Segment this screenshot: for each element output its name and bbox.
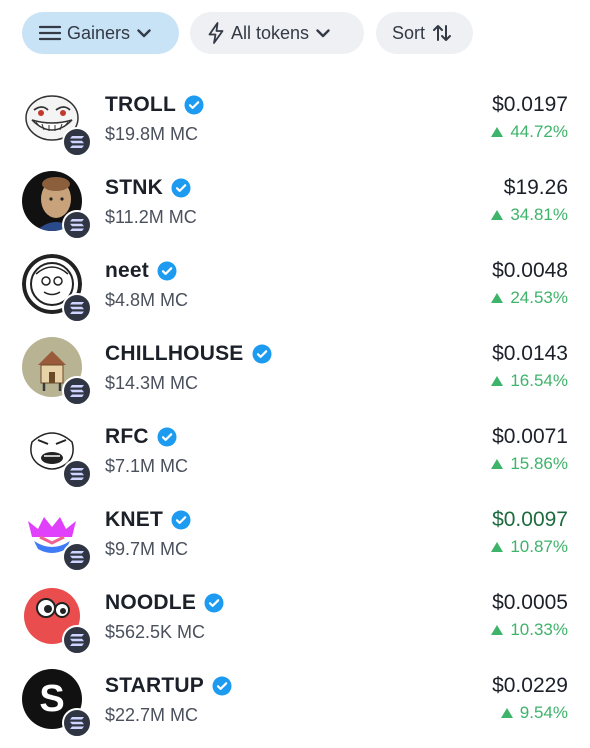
- price-change: 9.54%: [500, 703, 568, 723]
- token-row[interactable]: neet $4.8M MC $0.0048 24.53%: [0, 250, 590, 333]
- token-name-text: NOODLE: [105, 591, 197, 614]
- token-name-text: TROLL: [105, 93, 176, 116]
- price-change-value: 44.72%: [510, 122, 568, 141]
- market-cap: $22.7M MC: [105, 705, 199, 725]
- solana-chain-icon: [62, 625, 92, 655]
- price-change-value: 15.86%: [510, 454, 568, 473]
- verified-badge-icon: [252, 344, 272, 364]
- verified-badge-icon: [171, 510, 191, 530]
- solana-chain-icon: [62, 127, 92, 157]
- token-name-text: KNET: [105, 508, 163, 531]
- token-row[interactable]: RFC $7.1M MC $0.0071 15.86%: [0, 416, 590, 499]
- token-price: $0.0005: [492, 591, 568, 614]
- chevron-down-icon: [137, 28, 151, 37]
- gainers-filter-button[interactable]: Gainers: [22, 12, 179, 54]
- verified-badge-icon: [157, 427, 177, 447]
- all-tokens-label: All tokens: [231, 22, 310, 43]
- solana-chain-icon: [62, 210, 92, 240]
- verified-badge-icon: [184, 95, 204, 115]
- token-name: STNK: [105, 176, 191, 200]
- token-price: $0.0071: [492, 425, 568, 448]
- solana-chain-icon: [62, 376, 92, 406]
- market-cap: $4.8M MC: [105, 290, 189, 310]
- triangle-up-icon: [491, 376, 504, 386]
- price-change-value: 16.54%: [510, 371, 568, 390]
- verified-badge-icon: [212, 676, 232, 696]
- price-change: 44.72%: [491, 122, 568, 142]
- sort-label: Sort: [392, 22, 426, 43]
- token-row[interactable]: CHILLHOUSE $14.3M MC $0.0143 16.54%: [0, 333, 590, 416]
- token-name-text: STNK: [105, 176, 163, 199]
- token-name: CHILLHOUSE: [105, 342, 272, 366]
- price-change: 10.87%: [491, 537, 568, 557]
- market-cap: $14.3M MC: [105, 373, 199, 393]
- token-name: KNET: [105, 508, 191, 532]
- token-name-text: neet: [105, 259, 149, 282]
- market-cap: $19.8M MC: [105, 124, 199, 144]
- token-price: $19.26: [503, 176, 568, 199]
- sort-arrows-icon: [433, 25, 452, 41]
- price-change-value: 10.87%: [510, 537, 568, 556]
- price-change-value: 10.33%: [510, 620, 568, 639]
- solana-chain-icon: [62, 542, 92, 572]
- market-cap: $9.7M MC: [105, 539, 189, 559]
- price-change: 24.53%: [491, 288, 568, 308]
- market-cap: $562.5K MC: [105, 622, 206, 642]
- gainers-filter-label: Gainers: [67, 22, 131, 43]
- triangle-up-icon: [491, 459, 504, 469]
- filter-toolbar: Gainers All tokens Sort: [22, 12, 590, 56]
- token-row[interactable]: NOODLE $562.5K MC $0.0005 10.33%: [0, 582, 590, 665]
- price-change-value: 9.54%: [519, 703, 568, 722]
- token-name: RFC: [105, 425, 177, 449]
- solana-chain-icon: [62, 708, 92, 738]
- triangle-up-icon: [491, 625, 504, 635]
- price-change-value: 34.81%: [510, 205, 568, 224]
- verified-badge-icon: [204, 593, 224, 613]
- token-row[interactable]: S STARTUP $22.7M MC $0.0229 9.54%: [0, 665, 590, 748]
- solana-chain-icon: [62, 459, 92, 489]
- token-name: neet: [105, 259, 177, 283]
- triangle-up-icon: [491, 210, 504, 220]
- token-name: TROLL: [105, 93, 204, 117]
- price-change: 15.86%: [491, 454, 568, 474]
- price-change: 16.54%: [491, 371, 568, 391]
- triangle-up-icon: [500, 708, 513, 718]
- verified-badge-icon: [171, 178, 191, 198]
- sort-button[interactable]: Sort: [376, 12, 473, 54]
- hamburger-menu-icon: [39, 25, 61, 41]
- token-price: $0.0197: [492, 93, 568, 116]
- token-name-text: RFC: [105, 425, 149, 448]
- svg-text:S: S: [39, 678, 64, 720]
- price-change: 34.81%: [491, 205, 568, 225]
- token-name-text: CHILLHOUSE: [105, 342, 244, 365]
- all-tokens-button[interactable]: All tokens: [190, 12, 364, 54]
- triangle-up-icon: [491, 127, 504, 137]
- token-price: $0.0097: [492, 508, 568, 531]
- chevron-down-icon: [316, 28, 330, 37]
- token-name-text: STARTUP: [105, 674, 205, 697]
- lightning-bolt-icon: [208, 22, 224, 44]
- triangle-up-icon: [491, 293, 504, 303]
- token-price: $0.0143: [492, 342, 568, 365]
- token-row[interactable]: TROLL $19.8M MC $0.0197 44.72%: [0, 84, 590, 167]
- token-name: NOODLE: [105, 591, 224, 615]
- market-cap: $11.2M MC: [105, 207, 197, 227]
- market-cap: $7.1M MC: [105, 456, 189, 476]
- verified-badge-icon: [157, 261, 177, 281]
- triangle-up-icon: [491, 542, 504, 552]
- token-row[interactable]: STNK $11.2M MC $19.26 34.81%: [0, 167, 590, 250]
- token-row[interactable]: KNET $9.7M MC $0.0097 10.87%: [0, 499, 590, 582]
- price-change: 10.33%: [491, 620, 568, 640]
- price-change-value: 24.53%: [510, 288, 568, 307]
- token-price: $0.0048: [492, 259, 568, 282]
- solana-chain-icon: [62, 293, 92, 323]
- token-name: STARTUP: [105, 674, 232, 698]
- token-price: $0.0229: [492, 674, 568, 697]
